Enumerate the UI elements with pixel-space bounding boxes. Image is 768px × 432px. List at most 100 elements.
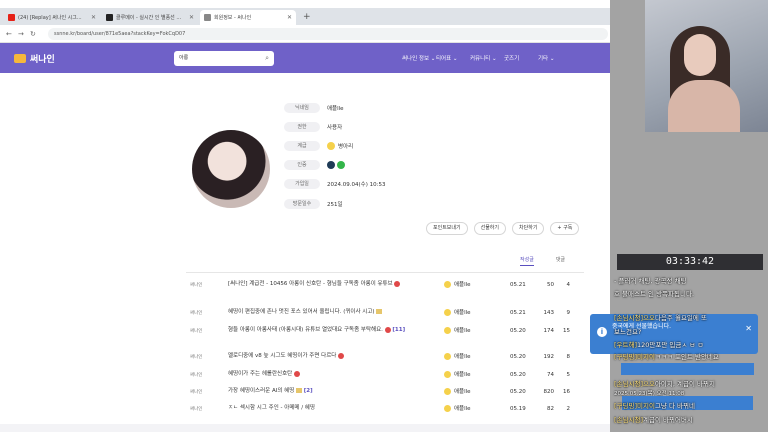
chat-text: 호 불매스트 인 방폭파됩니다. bbox=[614, 290, 695, 298]
comment-count: [11] bbox=[392, 327, 406, 333]
chat-text: 계급이 바뀌어버시 bbox=[643, 416, 693, 424]
list-item[interactable]: 써나인 ㅈㄴ 섹시함 시그 주인 - 아메메 / 혜띵 애플lle 05.19 … bbox=[190, 404, 590, 416]
send-points-button[interactable]: 포인트보내기 bbox=[426, 222, 468, 235]
tab-comments[interactable]: 댓글 bbox=[556, 256, 565, 266]
site-logo[interactable]: 써나인 bbox=[14, 52, 55, 65]
menu-item[interactable]: 커뮤니티 ⌄ bbox=[470, 54, 504, 62]
post-title[interactable]: 혜띵이가 주는 헤롤란신호탄 bbox=[228, 370, 432, 379]
chat-text: - 플러거 채팅, 광곡성 채팅 bbox=[614, 277, 687, 285]
profile-label: 권한 bbox=[284, 122, 320, 132]
post-title-text: [써나인] 계급전 - 10456 아롱이 신호탄 - 형님들 구독좀 아롱이 … bbox=[228, 281, 393, 287]
post-title[interactable]: 가장 혜띵이스러운 AI의 혜띵 [2] bbox=[228, 387, 432, 396]
profile-label: 계급 bbox=[284, 141, 320, 151]
post-title-text: 멜로디중에 v8 늪 시그도 혜띵이가 주면 다르다 bbox=[228, 353, 337, 359]
search-icon[interactable]: ⌕ bbox=[265, 51, 269, 66]
post-views: 174 bbox=[543, 328, 555, 334]
forward-icon[interactable]: → bbox=[18, 30, 30, 38]
post-author[interactable]: 애플lle bbox=[444, 370, 471, 378]
rank-chick-icon bbox=[444, 308, 451, 316]
image-icon bbox=[376, 309, 383, 314]
chat-line: [구딩밍]미지이ㅋㅋㅋ 포인트 받았네요 bbox=[614, 351, 719, 361]
gift-button[interactable]: 선물하기 bbox=[473, 222, 507, 235]
post-title-text: 형들 아롱이 아롱사태 (아롱시대) 유튜브 열었대요 구독좀 부탁해요. bbox=[228, 327, 383, 333]
browser-tab[interactable]: (24) [Replay] 써나인 시그... ✕ bbox=[4, 10, 100, 25]
search-input[interactable]: 아롱 ⌕ bbox=[174, 51, 274, 66]
post-author[interactable]: 애플lle bbox=[444, 280, 471, 288]
post-views: 820 bbox=[543, 389, 555, 395]
menu-item[interactable]: 써나인 정보 ⌄ bbox=[402, 54, 436, 62]
reload-icon[interactable]: ↻ bbox=[30, 30, 42, 38]
rank-text: 병아리 bbox=[338, 144, 354, 150]
post-date: 05.20 bbox=[510, 328, 526, 334]
post-views: 143 bbox=[543, 310, 555, 316]
chat-text: 보느건요? bbox=[614, 328, 642, 336]
close-tab-icon[interactable]: ✕ bbox=[287, 14, 292, 21]
post-author[interactable]: 애플lle bbox=[444, 387, 471, 395]
divider bbox=[186, 272, 584, 273]
post-likes: 15 bbox=[563, 328, 570, 334]
profile-value: 병아리 bbox=[327, 142, 353, 150]
profile-avatar bbox=[192, 130, 270, 208]
subscribe-button[interactable]: + 구독 bbox=[550, 222, 580, 235]
post-author[interactable]: 애플lle bbox=[444, 326, 471, 334]
browser-tab-bar: (24) [Replay] 써나인 시그... ✕ 클루메이 - 실시간 인 별… bbox=[0, 8, 640, 25]
new-tab-button[interactable]: + bbox=[298, 10, 316, 25]
close-tab-icon[interactable]: ✕ bbox=[189, 14, 194, 21]
post-likes: 16 bbox=[563, 389, 570, 395]
address-bar-row: ← → ↻ ssnne.kr/board/user/871e5aea?stack… bbox=[0, 25, 640, 43]
post-date: 05.21 bbox=[510, 310, 526, 316]
close-tab-icon[interactable]: ✕ bbox=[91, 14, 96, 21]
logo-icon bbox=[14, 54, 26, 63]
profile-label: 가입일 bbox=[284, 179, 320, 189]
webcam-person-face bbox=[684, 34, 716, 76]
post-title[interactable]: 혜띵이 편집중에 존나 멋진 포스 있어서 올립니다. (퀴이사 시고) bbox=[228, 308, 432, 317]
chat-line: [구딩밍]미지이그냥 다 바뀌네 bbox=[614, 400, 695, 410]
menu-item[interactable]: 기타 ⌄ bbox=[538, 54, 572, 62]
profile-row-verification: 인증 bbox=[284, 159, 347, 171]
browser-tab-active[interactable]: 회원정보 - 써나인 ✕ bbox=[200, 10, 296, 25]
list-item[interactable]: 써나인 혜띵이 편집중에 존나 멋진 포스 있어서 올립니다. (퀴이사 시고)… bbox=[190, 308, 590, 320]
chat-user: [구딩밍]미지이 bbox=[614, 353, 655, 361]
post-title[interactable]: 멜로디중에 v8 늪 시그도 혜띵이가 주면 다르다 bbox=[228, 352, 432, 361]
rank-chick-icon bbox=[444, 280, 451, 288]
rank-chick-icon bbox=[444, 404, 451, 412]
post-title[interactable]: ㅈㄴ 섹시함 시그 주인 - 아메메 / 혜띵 bbox=[228, 404, 432, 413]
chat-user: [손님시청]으오 bbox=[614, 380, 655, 388]
author-name: 애플lle bbox=[454, 310, 471, 316]
list-tabs: 작성글 댓글 bbox=[520, 256, 565, 266]
block-button[interactable]: 차단하기 bbox=[512, 222, 545, 235]
post-author[interactable]: 애플lle bbox=[444, 308, 471, 316]
main-menu: 써나인 정보 ⌄ 티어표 ⌄ 커뮤니티 ⌄ 굿즈기 기타 ⌄ bbox=[402, 54, 572, 62]
menu-item[interactable]: 굿즈기 bbox=[504, 54, 538, 62]
post-category: 써나인 bbox=[190, 329, 203, 334]
post-date: 05.20 bbox=[510, 354, 526, 360]
post-title[interactable]: 형들 아롱이 아롱사태 (아롱시대) 유튜브 열었대요 구독좀 부탁해요. [1… bbox=[228, 326, 432, 335]
chat-user: [구딩밍]미지이 bbox=[614, 402, 655, 410]
menu-item[interactable]: 티어표 ⌄ bbox=[436, 54, 470, 62]
image-icon bbox=[296, 388, 303, 393]
close-icon[interactable]: ✕ bbox=[745, 324, 752, 333]
post-title[interactable]: [써나인] 계급전 - 10456 아롱이 신호탄 - 형님들 구독좀 아롱이 … bbox=[228, 280, 432, 289]
post-category: 써나인 bbox=[190, 311, 203, 316]
list-item[interactable]: 써나인 멜로디중에 v8 늪 시그도 혜띵이가 주면 다르다 애플lle 05.… bbox=[190, 352, 590, 364]
browser-tab[interactable]: 클루메이 - 실시간 인 별풍선 ... ✕ bbox=[102, 10, 198, 25]
list-item[interactable]: 써나인 [써나인] 계급전 - 10456 아롱이 신호탄 - 형님들 구독좀 … bbox=[190, 280, 590, 302]
url-input[interactable]: ssnne.kr/board/user/871e5aea?stackKey=Fo… bbox=[48, 27, 608, 40]
list-item[interactable]: 써나인 가장 혜띵이스러운 AI의 혜띵 [2] 애플lle 05.20 820… bbox=[190, 387, 590, 399]
post-category: 써나인 bbox=[190, 283, 203, 288]
chat-text: 120만포만 입금ㅅ ㅂ ㅁ bbox=[637, 341, 704, 349]
author-name: 애플lle bbox=[454, 372, 471, 378]
post-author[interactable]: 애플lle bbox=[444, 404, 471, 412]
profile-value bbox=[327, 161, 347, 169]
post-category: 써나인 bbox=[190, 390, 203, 395]
post-likes: 9 bbox=[566, 310, 571, 316]
logo-text: 써나인 bbox=[30, 55, 55, 65]
post-author[interactable]: 애플lle bbox=[444, 352, 471, 360]
list-item[interactable]: 써나인 형들 아롱이 아롱사태 (아롱시대) 유튜브 열었대요 구독좀 부탁해요… bbox=[190, 326, 590, 346]
back-icon[interactable]: ← bbox=[6, 30, 18, 38]
tab-posts[interactable]: 작성글 bbox=[520, 256, 534, 266]
list-item[interactable]: 써나인 혜띵이가 주는 헤롤란신호탄 애플lle 05.20 74 5 bbox=[190, 370, 590, 382]
post-date: 05.19 bbox=[510, 406, 526, 412]
profile-row-role: 권한 사용자 bbox=[284, 121, 342, 133]
highlight-bar bbox=[621, 363, 754, 375]
